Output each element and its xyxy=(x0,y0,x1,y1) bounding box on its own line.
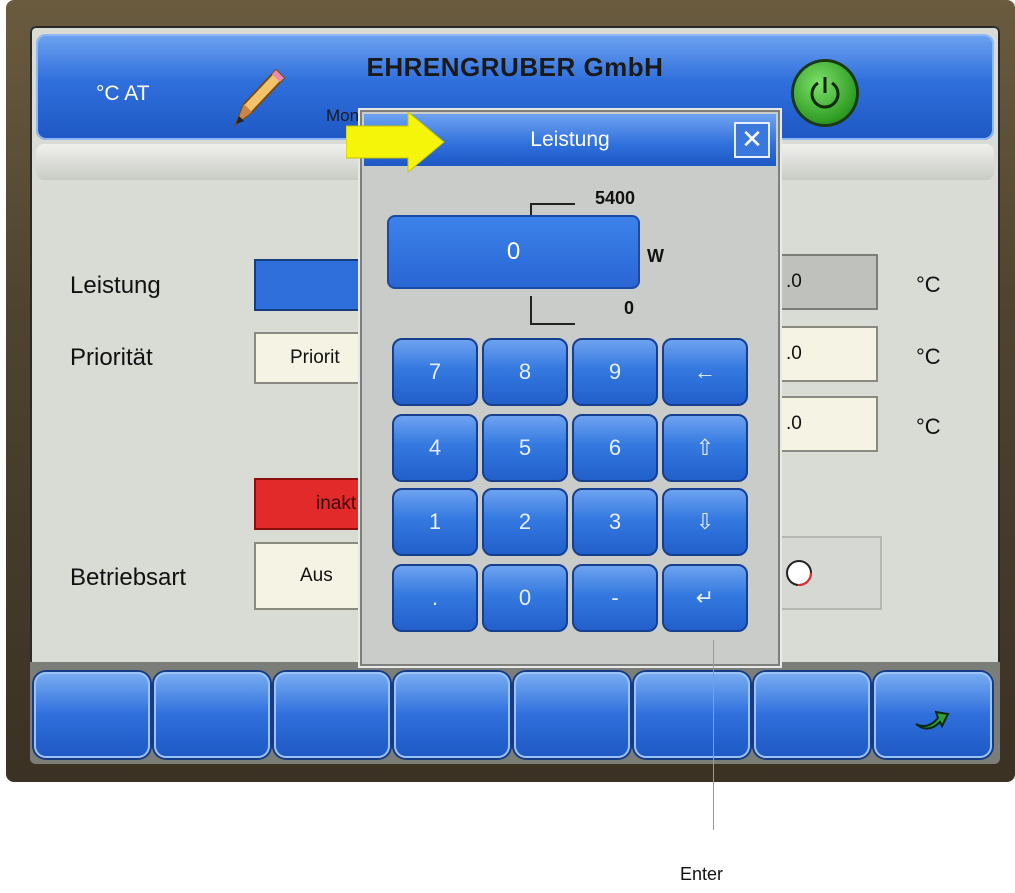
unit-label: W xyxy=(647,246,664,266)
decimal-key[interactable]: . xyxy=(392,564,478,632)
number-input-dialog: Leistung ✕ 5400 0 W 0 7 8 9 ← 4 5 6 ⇧ 1 … xyxy=(360,110,780,666)
key-3[interactable]: 3 xyxy=(572,488,658,556)
range-min: 0 xyxy=(624,298,635,318)
enter-callout-label: Enter xyxy=(680,864,724,884)
temp-field-1[interactable]: .0 xyxy=(778,254,878,310)
key-1[interactable]: 1 xyxy=(392,488,478,556)
range-max: 5400 xyxy=(595,188,636,208)
power-icon xyxy=(810,77,840,109)
unit-indicator: °C AT xyxy=(96,82,150,105)
softkey-2[interactable] xyxy=(154,672,270,758)
temp-field-2[interactable]: .0 xyxy=(778,326,878,382)
power-button[interactable] xyxy=(794,62,856,124)
key-5[interactable]: 5 xyxy=(482,414,568,482)
enter-key[interactable]: ↵ xyxy=(662,564,748,632)
bottom-button-bar xyxy=(30,662,1000,764)
minus-key[interactable]: - xyxy=(572,564,658,632)
yellow-arrow-icon xyxy=(346,112,445,172)
temp-value-3: .0 xyxy=(786,413,802,434)
key-4[interactable]: 4 xyxy=(392,414,478,482)
softkey-3[interactable] xyxy=(274,672,390,758)
down-arrow-key[interactable]: ⇩ xyxy=(662,488,748,556)
softkey-7[interactable] xyxy=(754,672,870,758)
key-0[interactable]: 0 xyxy=(482,564,568,632)
temp-unit-3: °C xyxy=(916,414,941,439)
softkey-6[interactable] xyxy=(634,672,750,758)
key-6[interactable]: 6 xyxy=(572,414,658,482)
betriebsart-value: Aus xyxy=(300,565,333,586)
key-8[interactable]: 8 xyxy=(482,338,568,406)
softkey-1[interactable] xyxy=(34,672,150,758)
close-button[interactable]: ✕ xyxy=(734,122,770,158)
prioritaet-label: Priorität xyxy=(70,344,153,371)
prioritaet-value: Priorit xyxy=(290,347,340,368)
value-display: 0 xyxy=(387,215,640,289)
temp-value-2: .0 xyxy=(786,343,802,364)
back-button[interactable] xyxy=(874,672,992,758)
temp-field-3[interactable]: .0 xyxy=(778,396,878,452)
key-7[interactable]: 7 xyxy=(392,338,478,406)
temp-unit-2: °C xyxy=(916,344,941,369)
callout-line xyxy=(713,640,714,830)
status-value: inakt xyxy=(316,493,357,514)
key-9[interactable]: 9 xyxy=(572,338,658,406)
leistung-label: Leistung xyxy=(70,272,161,299)
key-2[interactable]: 2 xyxy=(482,488,568,556)
up-arrow-key[interactable]: ⇧ xyxy=(662,414,748,482)
clock-field[interactable] xyxy=(778,536,882,610)
softkey-5[interactable] xyxy=(514,672,630,758)
temp-value-1: .0 xyxy=(786,271,802,292)
clock-icon xyxy=(786,560,812,586)
backspace-key[interactable]: ← xyxy=(662,338,748,406)
temp-unit-1: °C xyxy=(916,272,941,297)
return-arrow-icon xyxy=(915,710,950,730)
softkey-4[interactable] xyxy=(394,672,510,758)
value-display-text: 0 xyxy=(506,238,521,265)
betriebsart-label: Betriebsart xyxy=(70,564,187,591)
